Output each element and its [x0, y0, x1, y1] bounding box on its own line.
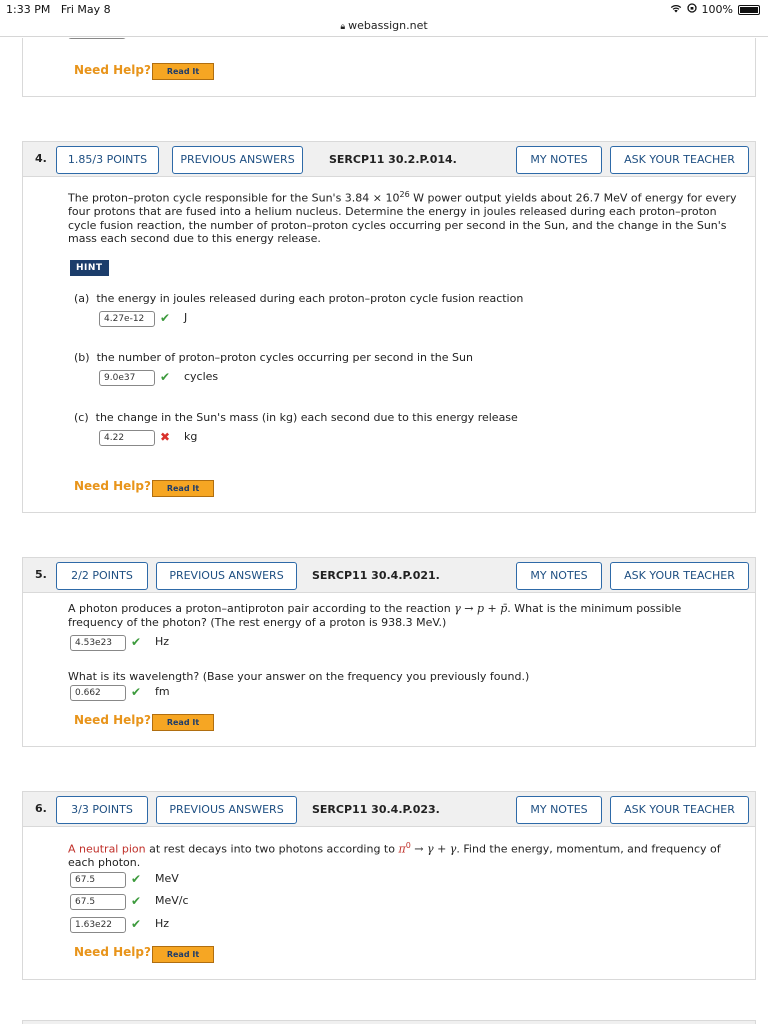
- my-notes-button[interactable]: MY NOTES: [516, 796, 602, 824]
- question-6-header: 6. 3/3 POINTS PREVIOUS ANSWERS SERCP11 3…: [22, 791, 756, 827]
- part-b-answer-input[interactable]: 9.0e37: [99, 370, 155, 386]
- ask-your-teacher-button[interactable]: ASK YOUR TEACHER: [610, 796, 749, 824]
- part-a-text: (a) the energy in joules released during…: [74, 292, 524, 305]
- wifi-icon: [670, 3, 682, 16]
- cross-icon: ✖: [160, 430, 171, 444]
- previous-answers-button[interactable]: PREVIOUS ANSWERS: [156, 562, 297, 590]
- question-4-header: 4. 1.85/3 POINTS PREVIOUS ANSWERS SERCP1…: [22, 141, 756, 177]
- momentum-answer-input[interactable]: 67.5: [70, 894, 126, 910]
- part-a-unit: J: [184, 311, 188, 324]
- check-icon: ✔: [131, 635, 142, 649]
- question-6-text: A neutral pion at rest decays into two p…: [68, 841, 721, 870]
- status-time: 1:33 PM Fri May 8: [6, 3, 111, 16]
- energy-answer-input[interactable]: 67.5: [70, 872, 126, 888]
- points-button[interactable]: 3/3 POINTS: [56, 796, 148, 824]
- question-4-text: The proton–proton cycle responsible for …: [68, 190, 737, 246]
- points-button[interactable]: 2/2 POINTS: [56, 562, 148, 590]
- lock-icon: 🔒︎: [340, 22, 346, 32]
- check-icon: ✔: [131, 872, 142, 886]
- question-code: SERCP11 30.4.P.023.: [312, 803, 440, 816]
- need-help-label: Need Help?: [74, 945, 151, 959]
- question-code: SERCP11 30.2.P.014.: [329, 153, 457, 166]
- frequency-answer-input[interactable]: 1.63e22: [70, 917, 126, 933]
- question-number: 6.: [35, 802, 47, 815]
- neutral-pion-link[interactable]: A neutral pion: [68, 843, 146, 856]
- my-notes-button[interactable]: MY NOTES: [516, 146, 602, 174]
- part-c-text: (c) the change in the Sun's mass (in kg)…: [74, 411, 518, 424]
- status-icons: 100%: [670, 3, 760, 16]
- previous-answers-button[interactable]: PREVIOUS ANSWERS: [156, 796, 297, 824]
- address-bar[interactable]: 🔒︎ webassign.net: [0, 18, 768, 37]
- check-icon: ✔: [160, 311, 171, 325]
- question-number: 5.: [35, 568, 47, 581]
- question-5-text-a: A photon produces a proton–antiproton pa…: [68, 602, 682, 629]
- question-5-text-b: What is its wavelength? (Base your answe…: [68, 670, 530, 683]
- question-code: SERCP11 30.4.P.021.: [312, 569, 440, 582]
- part-b-unit: cycles: [184, 370, 219, 383]
- previous-answers-button[interactable]: PREVIOUS ANSWERS: [172, 146, 303, 174]
- battery-percent: 100%: [701, 3, 733, 16]
- check-icon: ✔: [131, 894, 142, 908]
- frequency-unit: Hz: [155, 917, 170, 930]
- status-bar: 1:33 PM Fri May 8 100%: [0, 0, 768, 18]
- check-icon: ✔: [160, 370, 171, 384]
- points-button[interactable]: 1.85/3 POINTS: [56, 146, 159, 174]
- my-notes-button[interactable]: MY NOTES: [516, 562, 602, 590]
- wavelength-unit: fm: [155, 685, 170, 698]
- read-it-button[interactable]: Read It: [152, 63, 214, 80]
- ask-your-teacher-button[interactable]: ASK YOUR TEACHER: [610, 146, 749, 174]
- read-it-button[interactable]: Read It: [152, 946, 214, 963]
- orientation-lock-icon: [686, 3, 697, 16]
- question-number: 4.: [35, 152, 47, 165]
- hint-button[interactable]: HINT: [70, 260, 109, 276]
- part-c-unit: kg: [184, 430, 198, 443]
- need-help-label: Need Help?: [74, 479, 151, 493]
- read-it-button[interactable]: Read It: [152, 480, 214, 497]
- part-b-text: (b) the number of proton–proton cycles o…: [74, 351, 473, 364]
- question-7-header: [22, 1020, 756, 1024]
- check-icon: ✔: [131, 917, 142, 931]
- page-content: Need Help? Read It 4. 1.85/3 POINTS PREV…: [0, 38, 768, 1024]
- momentum-unit: MeV/c: [155, 894, 189, 907]
- answer-field[interactable]: [68, 38, 126, 39]
- battery-icon: [738, 4, 760, 15]
- part-c-answer-input[interactable]: 4.22: [99, 430, 155, 446]
- need-help-label: Need Help?: [74, 713, 151, 727]
- url-text: webassign.net: [348, 19, 428, 32]
- read-it-button[interactable]: Read It: [152, 714, 214, 731]
- frequency-unit: Hz: [155, 635, 170, 648]
- question-5-header: 5. 2/2 POINTS PREVIOUS ANSWERS SERCP11 3…: [22, 557, 756, 593]
- check-icon: ✔: [131, 685, 142, 699]
- part-a-answer-input[interactable]: 4.27e-12: [99, 311, 155, 327]
- need-help-label: Need Help?: [74, 63, 151, 77]
- ask-your-teacher-button[interactable]: ASK YOUR TEACHER: [610, 562, 749, 590]
- wavelength-answer-input[interactable]: 0.662: [70, 685, 126, 701]
- frequency-answer-input[interactable]: 4.53e23: [70, 635, 126, 651]
- energy-unit: MeV: [155, 872, 179, 885]
